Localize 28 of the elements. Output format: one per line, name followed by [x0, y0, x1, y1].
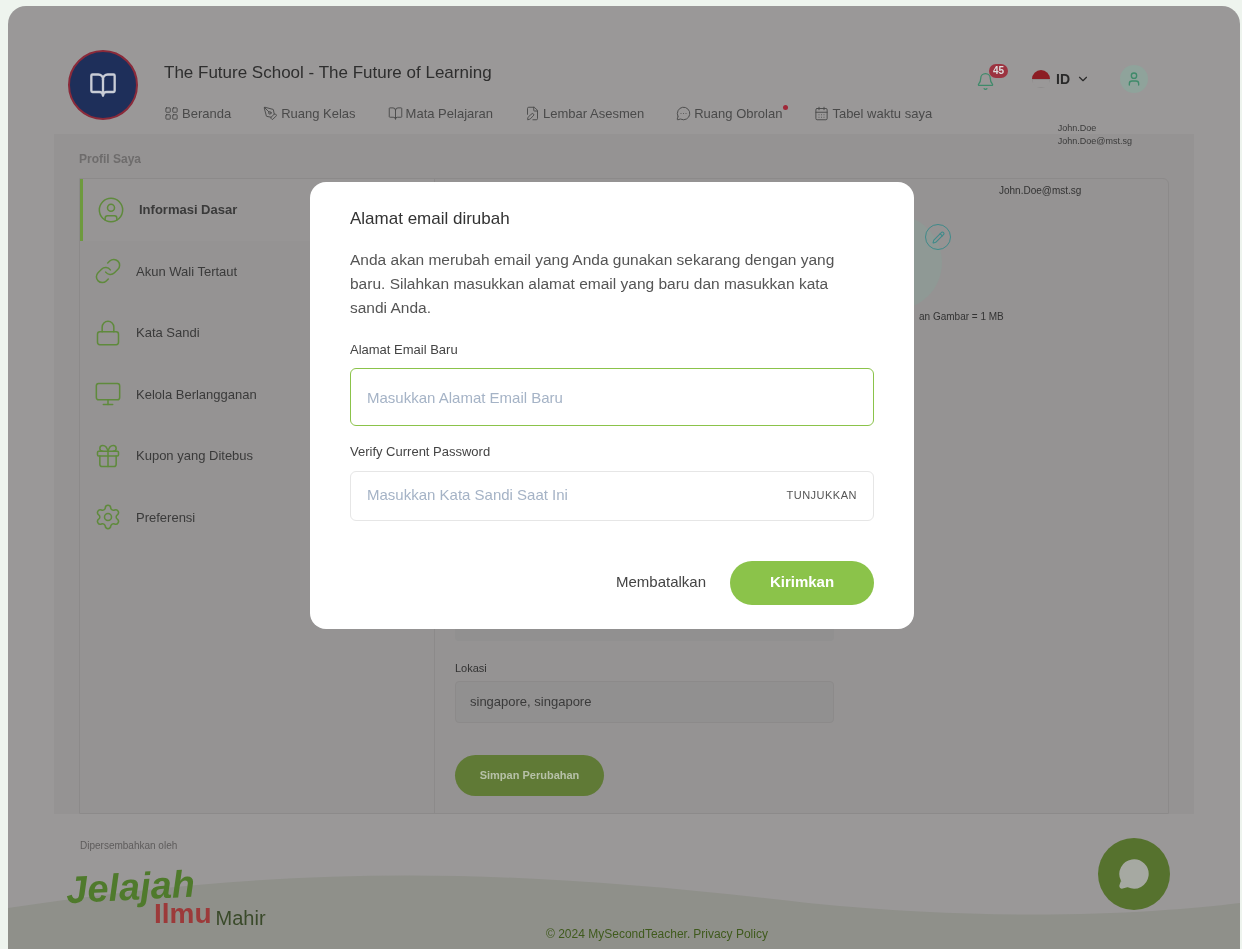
cancel-button[interactable]: Membatalkan [615, 571, 706, 594]
site-title: The Future School - The Future of Learning [164, 62, 493, 84]
nav-link[interactable]: Beranda [164, 103, 238, 123]
show-password-button[interactable]: TUNJUKKAN [786, 487, 857, 504]
submit-button[interactable]: Kirimkan [730, 560, 874, 605]
location-label: Lokasi [455, 661, 487, 676]
nav-link[interactable]: Ruang Obrolan [676, 103, 789, 123]
language-selector[interactable]: ID [1032, 68, 1090, 90]
dialog-message: Anda akan merubah email yang Anda gunakan sekarang dengan yang baru. Silahkan masukkan alamat email yang baru dan masukkan kata sandi Anda. [350, 249, 836, 318]
nav-link[interactable]: Ruang Kelas [263, 103, 362, 123]
profile-email: John.Doe@mst.sg [999, 184, 1082, 198]
presented-by-text: Dipersembahkan oleh [80, 840, 178, 851]
image-size-note: an Gambar = 1 MB [919, 310, 1004, 324]
password-label: Verify Current Password [350, 443, 492, 461]
location-field[interactable]: singapore, singapore [455, 681, 834, 723]
save-changes-button[interactable]: Simpan Perubahan [455, 755, 604, 796]
nav-link[interactable]: Lembar Asesmen [525, 103, 651, 123]
copyright-text: © 2024 MySecondTeacher. [546, 926, 691, 943]
password-input[interactable]: Masukkan Kata Sandi Saat Ini TUNJUKKAN [350, 470, 874, 521]
email-input[interactable]: Masukkan Alamat Email Baru [350, 368, 874, 426]
brand-logo: Jelajah Ilmu Mahir [66, 866, 266, 928]
user-email: John.Doe@mst.sg [1057, 135, 1132, 148]
user-name: John.Doe [1057, 122, 1098, 135]
nav-link[interactable]: Mata Pelajaran [387, 103, 500, 123]
email-label: Alamat Email Baru [350, 340, 459, 359]
nav-link[interactable]: Tabel waktu saya [814, 103, 939, 123]
privacy-policy-link[interactable]: Privacy Policy [693, 925, 768, 943]
notification-badge: 45 [989, 64, 1009, 78]
